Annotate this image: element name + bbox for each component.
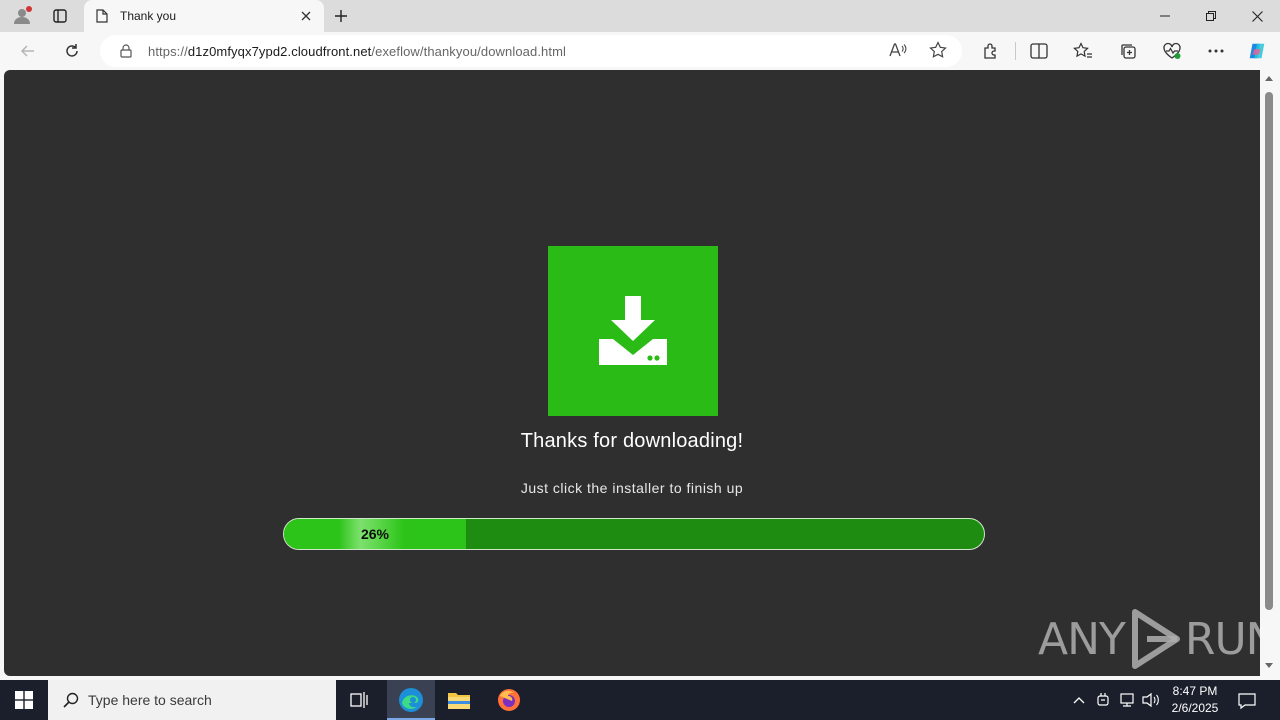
progress-label: 26% bbox=[360, 526, 390, 542]
close-icon bbox=[1251, 10, 1263, 22]
back-icon bbox=[20, 45, 34, 57]
clock-date: 2/6/2025 bbox=[1171, 701, 1219, 715]
copilot-button[interactable] bbox=[1247, 41, 1267, 61]
minimize-icon bbox=[1160, 15, 1170, 17]
volume-icon bbox=[1142, 692, 1159, 708]
close-window-button[interactable] bbox=[1234, 0, 1280, 32]
split-screen-button[interactable] bbox=[1029, 41, 1049, 61]
close-icon bbox=[301, 11, 311, 21]
new-tab-button[interactable] bbox=[330, 4, 352, 28]
download-tile bbox=[548, 246, 718, 416]
toolbar-separator bbox=[1015, 42, 1016, 60]
tab-actions-icon bbox=[53, 9, 67, 23]
clock-time: 8:47 PM bbox=[1172, 684, 1218, 698]
search-icon bbox=[62, 691, 80, 709]
taskbar-edge[interactable] bbox=[387, 680, 435, 720]
lock-icon[interactable] bbox=[118, 43, 134, 59]
add-favorite-button[interactable] bbox=[928, 40, 948, 60]
play-logo-icon bbox=[1131, 609, 1180, 669]
web-page: Thanks for downloading! Just click the i… bbox=[4, 70, 1260, 676]
system-clock[interactable]: 8:47 PM 2/6/2025 bbox=[1166, 683, 1224, 717]
notification-center-button[interactable] bbox=[1236, 690, 1258, 712]
close-tab-button[interactable] bbox=[294, 4, 318, 28]
browser-essentials-button[interactable] bbox=[1162, 41, 1182, 61]
scroll-thumb[interactable] bbox=[1265, 92, 1273, 610]
file-explorer-icon bbox=[448, 693, 470, 709]
back-button[interactable] bbox=[14, 37, 42, 65]
more-button[interactable] bbox=[1206, 41, 1226, 61]
restore-button[interactable] bbox=[1188, 0, 1234, 32]
scroll-down-arrow[interactable] bbox=[1265, 663, 1273, 668]
profile-button[interactable] bbox=[8, 4, 36, 28]
extensions-button[interactable] bbox=[981, 41, 1001, 61]
page-scrollbar[interactable] bbox=[1262, 70, 1276, 676]
network-icon bbox=[1120, 693, 1134, 707]
favorites-button[interactable] bbox=[1073, 41, 1093, 61]
scroll-up-arrow[interactable] bbox=[1265, 76, 1273, 81]
taskbar: Type here to search 8:47 PM 2/6/2025 bbox=[0, 680, 1280, 720]
favorite-star-icon bbox=[929, 41, 947, 58]
download-icon bbox=[599, 296, 667, 365]
minimize-button[interactable] bbox=[1142, 0, 1188, 32]
tab-strip: Thank you bbox=[0, 0, 1280, 32]
url-scheme: https:// bbox=[148, 43, 188, 59]
chevron-up-icon bbox=[1073, 697, 1085, 704]
more-icon bbox=[1208, 49, 1224, 53]
page-headline: Thanks for downloading! bbox=[520, 430, 744, 452]
profile-badge bbox=[26, 6, 32, 12]
edge-icon bbox=[399, 688, 423, 712]
download-progress-bar: 26% bbox=[283, 518, 985, 550]
plus-icon bbox=[335, 10, 347, 22]
page-subline: Just click the installer to finish up bbox=[520, 480, 744, 496]
task-view-icon bbox=[350, 692, 368, 708]
watermark-right: RUN bbox=[1184, 613, 1260, 665]
tab-actions-button[interactable] bbox=[46, 4, 74, 28]
search-placeholder: Type here to search bbox=[88, 692, 212, 708]
url-path: /exeflow/thankyou/download.html bbox=[371, 43, 567, 59]
refresh-button[interactable] bbox=[58, 37, 86, 65]
viewport-frame: Thanks for downloading! Just click the i… bbox=[0, 70, 1280, 680]
anyrun-watermark: ANY RUN bbox=[1038, 608, 1260, 670]
volume-button[interactable] bbox=[1141, 690, 1161, 710]
url-host: d1z0mfyqx7ypd2.cloudfront.net bbox=[187, 43, 372, 59]
read-aloud-button[interactable] bbox=[888, 40, 908, 60]
split-screen-icon bbox=[1030, 43, 1048, 59]
browser-essentials-icon bbox=[1163, 42, 1181, 59]
tab-title: Thank you bbox=[120, 9, 177, 23]
firefox-icon bbox=[498, 689, 520, 711]
favorites-icon bbox=[1073, 42, 1092, 58]
collections-icon bbox=[1121, 44, 1136, 59]
task-view-button[interactable] bbox=[336, 680, 384, 720]
start-button[interactable] bbox=[0, 680, 48, 720]
url-text[interactable]: https://d1z0mfyqx7ypd2.cloudfront.net/ex… bbox=[148, 44, 566, 59]
extensions-icon bbox=[984, 43, 996, 59]
page-favicon-icon bbox=[94, 8, 110, 24]
notification-icon bbox=[1238, 693, 1256, 710]
active-tab[interactable]: Thank you bbox=[84, 0, 324, 32]
refresh-icon bbox=[66, 44, 78, 57]
watermark-left: ANY bbox=[1038, 613, 1126, 665]
copilot-icon bbox=[1249, 43, 1265, 59]
taskbar-file-explorer[interactable] bbox=[435, 680, 483, 720]
read-aloud-icon bbox=[889, 43, 907, 57]
network-button[interactable] bbox=[1117, 690, 1137, 710]
taskbar-firefox[interactable] bbox=[485, 680, 533, 720]
browser-toolbar: https://d1z0mfyqx7ypd2.cloudfront.net/ex… bbox=[0, 32, 1280, 70]
taskbar-search-box[interactable]: Type here to search bbox=[48, 680, 336, 720]
show-hidden-icons-button[interactable] bbox=[1069, 690, 1089, 710]
windows-logo-icon bbox=[15, 691, 33, 709]
tray-device-icon[interactable] bbox=[1093, 690, 1113, 710]
address-bar[interactable]: https://d1z0mfyqx7ypd2.cloudfront.net/ex… bbox=[100, 35, 962, 67]
collections-button[interactable] bbox=[1118, 41, 1138, 61]
restore-icon bbox=[1206, 11, 1216, 21]
